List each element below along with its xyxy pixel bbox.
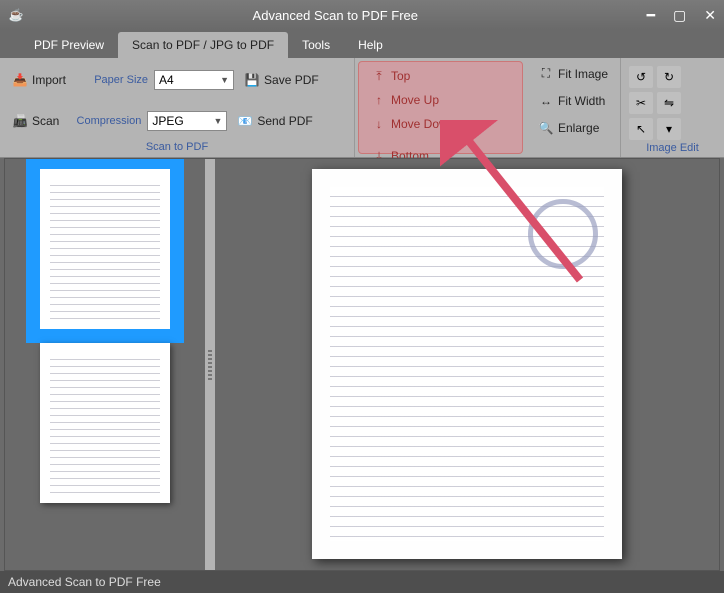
close-button[interactable]: ✕ xyxy=(704,7,716,24)
chevron-down-icon: ▼ xyxy=(213,116,222,126)
fit-width-label: Fit Width xyxy=(558,94,605,108)
rotate-right-icon: ↻ xyxy=(664,70,674,84)
tab-help[interactable]: Help xyxy=(344,32,397,58)
paper-size-combo[interactable]: A4 ▼ xyxy=(154,70,234,90)
page-viewer[interactable] xyxy=(215,159,719,570)
group-fit-label xyxy=(534,139,612,153)
status-text: Advanced Scan to PDF Free xyxy=(8,575,161,589)
scan-label: Scan xyxy=(32,114,59,128)
thumbnail-panel[interactable] xyxy=(5,159,205,570)
scan-icon: 📠 xyxy=(12,113,28,129)
enlarge-label: Enlarge xyxy=(558,121,599,135)
save-pdf-label: Save PDF xyxy=(264,73,319,87)
flip-icon: ⇋ xyxy=(664,96,674,110)
compression-value: JPEG xyxy=(152,114,183,128)
group-image-edit: ↺ ↻ ✂ ⇋ ↖ ▾ Image Edit xyxy=(621,58,724,157)
fit-image-label: Fit Image xyxy=(558,67,608,81)
rotate-right-button[interactable]: ↻ xyxy=(657,66,681,88)
rotate-left-icon: ↺ xyxy=(636,70,646,84)
fit-image-icon: ⛶ xyxy=(538,66,554,82)
tab-strip: PDF Preview Scan to PDF / JPG to PDF Too… xyxy=(0,30,724,58)
ribbon: 📥 Import Paper Size A4 ▼ 💾 Save PDF 📠 Sc… xyxy=(0,58,724,158)
move-up-label: Move Up xyxy=(391,93,439,107)
send-pdf-button[interactable]: 📧 Send PDF xyxy=(233,111,316,131)
import-button[interactable]: 📥 Import xyxy=(8,70,70,90)
cursor-icon: ↖ xyxy=(636,122,646,136)
minimize-button[interactable]: ━ xyxy=(647,7,655,24)
crop-icon: ✂ xyxy=(636,96,646,110)
splitter-grip-icon xyxy=(208,350,212,380)
splitter[interactable] xyxy=(205,159,215,570)
tab-tools[interactable]: Tools xyxy=(288,32,344,58)
app-icon: ☕ xyxy=(8,7,24,23)
thumbnail-preview xyxy=(50,179,160,319)
top-button[interactable]: ⤒ Top xyxy=(367,66,514,86)
compression-label: Compression xyxy=(69,115,141,127)
tab-pdf-preview[interactable]: PDF Preview xyxy=(20,32,118,58)
import-icon: 📥 xyxy=(12,72,28,88)
top-label: Top xyxy=(391,69,410,83)
fit-width-icon: ↔ xyxy=(538,93,554,109)
cursor-button[interactable]: ↖ xyxy=(629,118,653,140)
send-pdf-label: Send PDF xyxy=(257,114,312,128)
move-up-button[interactable]: ↑ Move Up xyxy=(367,90,514,110)
group-image-view: ⤒ Top ↑ Move Up ↓ Move Down ⤓ Bottom xyxy=(358,61,523,154)
tab-scan-to-pdf[interactable]: Scan to PDF / JPG to PDF xyxy=(118,32,288,58)
fit-width-button[interactable]: ↔ Fit Width xyxy=(534,91,612,111)
maximize-button[interactable]: ▢ xyxy=(673,7,686,24)
fit-image-button[interactable]: ⛶ Fit Image xyxy=(534,64,612,84)
move-down-button[interactable]: ↓ Move Down xyxy=(367,114,514,134)
scan-button[interactable]: 📠 Scan xyxy=(8,111,63,131)
status-bar: Advanced Scan to PDF Free xyxy=(0,571,724,593)
enlarge-icon: 🔍 xyxy=(538,120,554,136)
enlarge-button[interactable]: 🔍 Enlarge xyxy=(534,118,612,138)
send-icon: 📧 xyxy=(237,113,253,129)
thumbnail-2[interactable] xyxy=(40,343,170,503)
flip-button[interactable]: ⇋ xyxy=(657,92,681,114)
move-down-label: Move Down xyxy=(391,117,454,131)
window-controls: ━ ▢ ✕ xyxy=(647,7,716,24)
window-title: Advanced Scan to PDF Free xyxy=(24,8,647,23)
chevron-down-icon: ▾ xyxy=(666,122,672,136)
content-area xyxy=(4,158,720,571)
paper-size-label: Paper Size xyxy=(76,74,148,86)
title-bar: ☕ Advanced Scan to PDF Free ━ ▢ ✕ xyxy=(0,0,724,30)
crop-button[interactable]: ✂ xyxy=(629,92,653,114)
group-fit: ⛶ Fit Image ↔ Fit Width 🔍 Enlarge xyxy=(526,58,621,157)
chevron-down-icon: ▼ xyxy=(220,75,229,85)
more-edit-button[interactable]: ▾ xyxy=(657,118,681,140)
up-icon: ↑ xyxy=(371,92,387,108)
rotate-left-button[interactable]: ↺ xyxy=(629,66,653,88)
compression-combo[interactable]: JPEG ▼ xyxy=(147,111,227,131)
down-icon: ↓ xyxy=(371,116,387,132)
thumbnail-preview xyxy=(50,353,160,493)
import-label: Import xyxy=(32,73,66,87)
paper-size-value: A4 xyxy=(159,73,174,87)
group-scan-label: Scan to PDF xyxy=(8,139,346,153)
save-pdf-button[interactable]: 💾 Save PDF xyxy=(240,70,323,90)
stamp-graphic xyxy=(528,199,598,269)
top-icon: ⤒ xyxy=(371,68,387,84)
group-scan-to-pdf: 📥 Import Paper Size A4 ▼ 💾 Save PDF 📠 Sc… xyxy=(0,58,355,157)
page-preview xyxy=(312,169,622,559)
thumbnail-1[interactable] xyxy=(40,169,170,329)
group-edit-label: Image Edit xyxy=(629,140,716,154)
save-icon: 💾 xyxy=(244,72,260,88)
